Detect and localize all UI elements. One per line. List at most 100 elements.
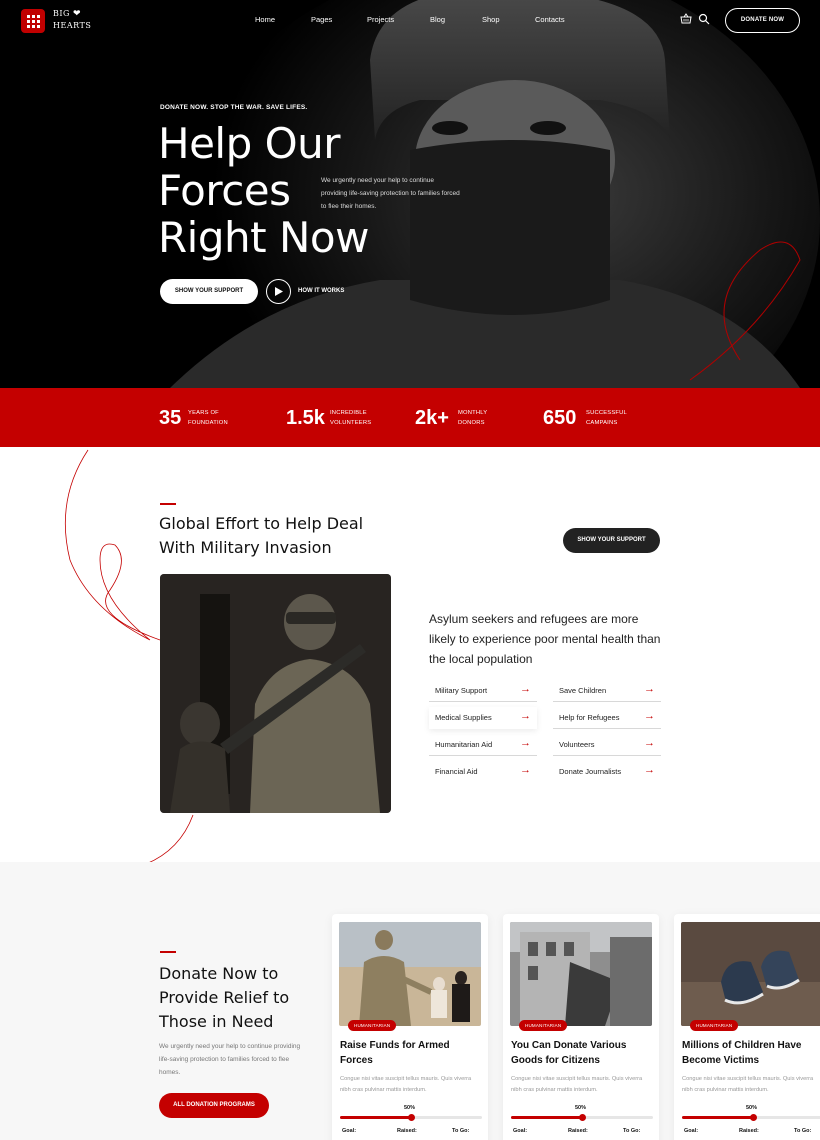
nav-link-shop[interactable]: Shop [482,15,500,24]
service-link-medical-supplies[interactable]: Medical Supplies → [429,707,537,729]
stat-label: YEARS OF FOUNDATION [188,408,228,428]
card-image [339,922,481,1026]
programs-title: Donate Now to Provide Relief to Those in… [159,962,329,1034]
card-text: Congue nisi vitae suscipit tellus mauris… [340,1076,472,1093]
service-label: Military Support [435,686,488,695]
how-it-works-link[interactable]: HOW IT WORKS [298,288,344,294]
donate-now-button[interactable]: DONATE NOW [725,8,800,33]
soldier-illustration [160,574,391,813]
card-text: Congue nisi vitae suscipit tellus mauris… [682,1076,814,1093]
hero-section: BIG ❤ HEARTS Home Pages Projects Blog Sh… [0,0,820,388]
service-link-save-children[interactable]: Save Children → [553,680,661,702]
category-badge: HUMANITARIAN [690,1020,739,1031]
stat-label: INCREDIBLE VOLUNTEERS [330,408,371,428]
card-image [681,922,820,1026]
progress-bar [682,1114,820,1121]
progress-knob [578,1114,586,1121]
soldier-photo [160,574,391,813]
arrow-right-icon: → [520,683,531,695]
search-icon[interactable] [698,13,710,25]
play-video-button[interactable] [266,279,291,304]
section-title: Global Effort to Help Deal With Military… [159,512,419,560]
progress-knob [407,1114,415,1121]
brand-logo[interactable]: BIG ❤ HEARTS [53,8,91,31]
stat-label-line2: FOUNDATION [188,420,228,426]
category-badge: HUMANITARIAN [519,1020,568,1031]
soldier-helping-child-image [339,922,481,1026]
progress-percent: 50% [575,1105,587,1111]
service-link-military-support[interactable]: Military Support → [429,680,537,702]
service-link-donate-journalists[interactable]: Donate Journalists → [553,761,661,783]
stat-label: MONTHLY DONORS [458,408,487,428]
stat-value: 1.5k [286,407,325,429]
stat-value: 2k+ [415,407,449,429]
section-lead-text: Asylum seekers and refugees are more lik… [429,612,661,666]
card-title[interactable]: You Can Donate Various Goods for Citizen… [511,1038,651,1068]
stats-bar: 35 YEARS OF FOUNDATION 1.5k INCREDIBLE V… [0,388,820,447]
service-link-humanitarian-aid[interactable]: Humanitarian Aid → [429,734,537,756]
stat-label: SUCCESSFUL CAMPAINS [586,408,627,428]
arrow-right-icon: → [520,710,531,722]
goal-label: Goal: [342,1128,357,1134]
programs-title-line2: Provide Relief to [159,988,290,1007]
progress-bar [511,1114,653,1121]
arrow-right-icon: → [644,737,655,749]
service-link-financial-aid[interactable]: Financial Aid → [429,761,537,783]
menu-grid-icon[interactable] [21,9,45,33]
stat-value: 650 [543,407,577,429]
stat-label-line1: INCREDIBLE [330,410,367,416]
service-link-help-refugees[interactable]: Help for Refugees → [553,707,661,729]
hero-title-line3: Right Now [158,213,369,262]
service-link-volunteers[interactable]: Volunteers → [553,734,661,756]
progress-bar [340,1114,482,1121]
show-support-button-secondary[interactable]: SHOW YOUR SUPPORT [563,528,660,553]
section-title-line1: Global Effort to Help Deal [159,514,364,533]
nav-link-home[interactable]: Home [255,15,275,24]
brand-name-line1: BIG [53,9,70,18]
progress-fill [682,1116,753,1119]
all-donation-programs-button[interactable]: ALL DONATION PROGRAMS [159,1093,269,1118]
raised-label: Raised: [397,1128,417,1134]
stat-value: 35 [159,407,182,429]
to-go-label: To Go: [452,1128,470,1134]
card-text: Congue nisi vitae suscipit tellus mauris… [511,1076,643,1093]
donation-card[interactable]: HUMANITARIAN Raise Funds for Armed Force… [332,914,488,1140]
show-support-button[interactable]: SHOW YOUR SUPPORT [160,279,258,304]
card-title[interactable]: Millions of Children Have Become Victims [682,1038,820,1068]
goal-label: Goal: [684,1128,699,1134]
arrow-right-icon: → [520,737,531,749]
section-title-line2: With Military Invasion [159,538,332,557]
children-shoes-image [681,922,820,1026]
raised-label: Raised: [568,1128,588,1134]
nav-link-blog[interactable]: Blog [430,15,445,24]
arrow-right-icon: → [520,764,531,776]
section-accent-line [160,503,176,505]
card-title[interactable]: Raise Funds for Armed Forces [340,1038,480,1068]
nav-link-projects[interactable]: Projects [367,15,394,24]
hero-description: We urgently need your help to continue p… [321,177,460,210]
progress-fill [511,1116,582,1119]
service-label: Save Children [559,686,607,695]
nav-link-pages[interactable]: Pages [311,15,332,24]
service-label: Volunteers [559,740,595,749]
stat-label-line1: MONTHLY [458,410,488,416]
basket-icon[interactable] [680,13,692,25]
progress-percent: 50% [404,1105,416,1111]
programs-title-line3: Those in Need [159,1012,274,1031]
section-accent-line [160,951,176,953]
goal-label: Goal: [513,1128,528,1134]
top-navigation: BIG ❤ HEARTS Home Pages Projects Blog Sh… [0,0,820,42]
donation-card[interactable]: HUMANITARIAN You Can Donate Various Good… [503,914,659,1140]
service-label: Help for Refugees [559,713,620,722]
category-badge: HUMANITARIAN [348,1020,397,1031]
stat-label-line1: YEARS OF [188,410,219,416]
raised-label: Raised: [739,1128,759,1134]
donation-card[interactable]: HUMANITARIAN Millions of Children Have B… [674,914,820,1140]
brand-name-line2: HEARTS [53,21,92,30]
damaged-building-image [510,922,652,1026]
arrow-right-icon: → [644,764,655,776]
progress-knob [749,1114,757,1121]
programs-description: We urgently need your help to continue p… [159,1043,301,1076]
arrow-right-icon: → [644,710,655,722]
nav-link-contacts[interactable]: Contacts [535,15,565,24]
